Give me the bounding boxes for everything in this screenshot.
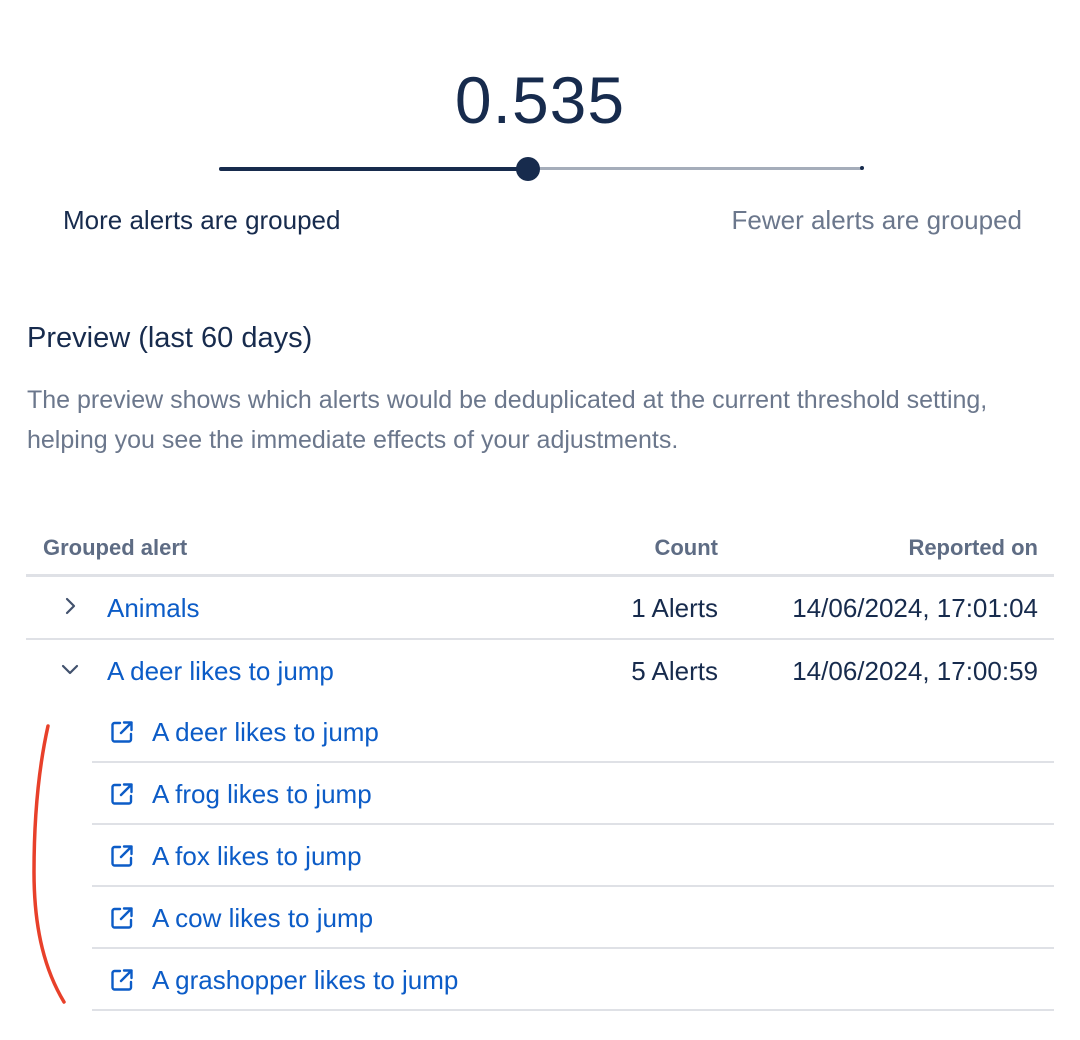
- external-link-icon[interactable]: [108, 780, 136, 808]
- preview-title: Preview (last 60 days): [27, 322, 313, 354]
- threshold-slider[interactable]: [219, 156, 864, 182]
- table-row: Animals 1 Alerts 14/06/2024, 17:01:04: [26, 577, 1054, 640]
- header-grouped-alert[interactable]: Grouped alert: [43, 535, 187, 561]
- grouped-alert-link[interactable]: A deer likes to jump: [107, 656, 334, 687]
- external-link-icon[interactable]: [108, 966, 136, 994]
- grouped-alert-link[interactable]: Animals: [107, 593, 199, 624]
- slider-thumb[interactable]: [516, 157, 540, 181]
- threshold-value: 0.535: [454, 63, 626, 137]
- child-alert-link[interactable]: A fox likes to jump: [152, 841, 362, 872]
- table-header: Grouped alert Count Reported on: [26, 520, 1054, 577]
- reported-on-date: 14/06/2024, 17:01:04: [792, 593, 1038, 623]
- grouped-alerts-table: Grouped alert Count Reported on Animals …: [26, 520, 1054, 1011]
- table-row: A deer likes to jump 5 Alerts 14/06/2024…: [26, 640, 1054, 701]
- child-alert-row: A cow likes to jump: [92, 887, 1054, 949]
- child-alert-row: A deer likes to jump: [92, 701, 1054, 763]
- external-link-icon[interactable]: [108, 904, 136, 932]
- child-alert-link[interactable]: A cow likes to jump: [152, 903, 373, 934]
- slider-label-fewer-grouped: Fewer alerts are grouped: [731, 205, 1022, 235]
- reported-on-date: 14/06/2024, 17:00:59: [792, 656, 1038, 686]
- alert-count: 5 Alerts: [631, 656, 718, 686]
- slider-end-marker: [860, 166, 864, 170]
- slider-label-more-grouped: More alerts are grouped: [63, 205, 341, 235]
- child-alert-link[interactable]: A grashopper likes to jump: [152, 965, 458, 996]
- alert-grouping-panel: 0.535 More alerts are grouped Fewer aler…: [0, 0, 1080, 1040]
- header-reported-on[interactable]: Reported on: [908, 535, 1038, 561]
- alert-count: 1 Alerts: [631, 593, 718, 623]
- slider-rail-fill: [219, 167, 528, 171]
- preview-description: The preview shows which alerts would be …: [27, 386, 988, 454]
- child-alert-link[interactable]: A deer likes to jump: [152, 717, 379, 748]
- header-count[interactable]: Count: [654, 535, 718, 561]
- child-alert-link[interactable]: A frog likes to jump: [152, 779, 372, 810]
- child-alert-row: A frog likes to jump: [92, 763, 1054, 825]
- chevron-right-icon[interactable]: [58, 594, 82, 618]
- child-alert-row: A grashopper likes to jump: [92, 949, 1054, 1011]
- external-link-icon[interactable]: [108, 718, 136, 746]
- child-alert-row: A fox likes to jump: [92, 825, 1054, 887]
- external-link-icon[interactable]: [108, 842, 136, 870]
- chevron-down-icon[interactable]: [58, 657, 82, 681]
